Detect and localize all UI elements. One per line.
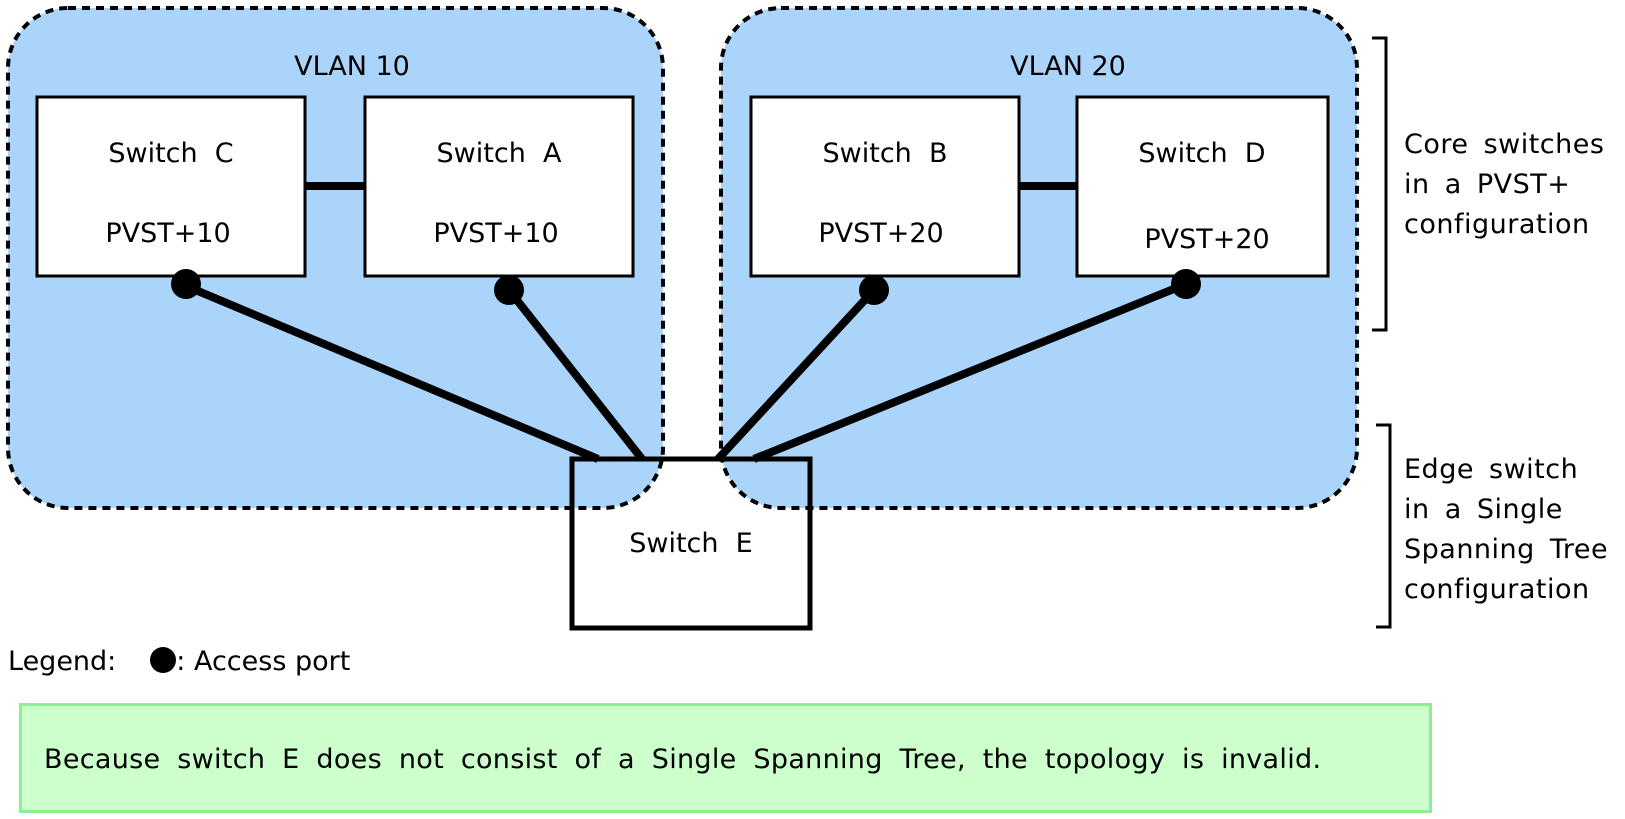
network-diagram: VLAN 10 VLAN 20 Switch C PVST+10 Switch … [6,6,1392,631]
edge-annotation: Edge switch in a Single Spanning Tree co… [1404,450,1608,610]
access-port-b [859,275,889,305]
edge-annotation-line: Spanning Tree [1404,534,1609,565]
edge-annotation-line: in a Single [1404,494,1563,525]
result-message-text: Because switch E does not consist of a S… [44,744,1322,775]
result-message-box: Because switch E does not consist of a S… [19,703,1432,813]
legend-item-label: : Access port [176,646,351,677]
switch-b-protocol: PVST+20 [818,218,943,249]
switch-a-protocol: PVST+10 [433,218,558,249]
core-annotation-line: configuration [1404,209,1590,240]
switch-d-name: Switch D [1138,138,1265,169]
access-port-c [171,269,201,299]
access-port-a [494,275,524,305]
switch-a-box[interactable] [363,95,635,278]
switch-c-name: Switch C [108,138,233,169]
legend: Legend: : Access port [8,642,350,682]
edge-annotation-line: configuration [1404,574,1590,605]
switch-c-protocol: PVST+10 [105,218,230,249]
switch-a-name: Switch A [437,138,562,169]
switch-b-name: Switch B [823,138,948,169]
access-port-d [1171,269,1201,299]
core-bracket [1372,36,1388,332]
core-annotation: Core switches in a PVST+ configuration [1404,125,1604,245]
vlan20-label: VLAN 20 [1010,51,1126,82]
legend-prefix: Legend: [8,646,117,677]
switch-b-box[interactable] [749,95,1021,278]
core-annotation-line: Core switches [1404,129,1605,160]
vlan10-label: VLAN 10 [294,51,410,82]
switch-e-name: Switch E [629,528,753,559]
edge-annotation-line: Edge switch [1404,454,1579,485]
edge-bracket [1376,423,1392,629]
switch-d-protocol: PVST+20 [1144,224,1269,255]
core-annotation-line: in a PVST+ [1404,169,1571,200]
access-port-legend-icon [150,647,177,673]
switch-c-box[interactable] [35,95,307,278]
